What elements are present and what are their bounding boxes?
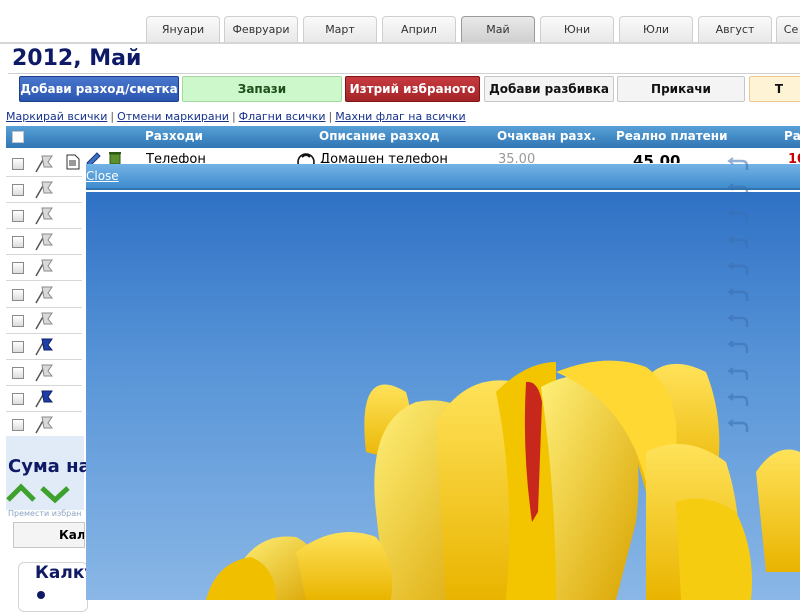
calculator-bullet — [37, 591, 45, 599]
trash-icon[interactable] — [108, 152, 122, 164]
column-header-difference[interactable]: Раз — [784, 129, 800, 143]
undo-arrow-icon[interactable] — [727, 362, 749, 382]
table-row — [6, 177, 82, 203]
flag-icon[interactable] — [32, 414, 54, 434]
undo-arrow-icon[interactable] — [727, 257, 749, 277]
expenses-table-header: Разходи Описание разход Очакван разх. Ре… — [6, 126, 800, 148]
table-row — [6, 255, 82, 281]
sum-panel: Сума на — [6, 436, 91, 510]
tab-month-march[interactable]: Март — [303, 16, 377, 42]
flag-icon[interactable] — [32, 257, 54, 277]
more-button[interactable]: Т — [749, 76, 800, 102]
flag-icon[interactable] — [32, 336, 54, 356]
save-button[interactable]: Запази — [182, 76, 342, 102]
difference-amount: 10 — [788, 152, 800, 163]
expense-name[interactable]: Телефон — [146, 152, 206, 163]
undo-arrow-icon[interactable] — [727, 335, 749, 355]
table-row — [6, 229, 82, 255]
chevron-down-icon[interactable] — [40, 482, 72, 504]
tab-month-september[interactable]: Се — [776, 16, 800, 42]
column-header-paid[interactable]: Реално платени — [616, 129, 728, 143]
flag-all-link[interactable]: Флагни всички — [239, 110, 326, 123]
table-row — [6, 412, 82, 438]
table-row — [6, 151, 82, 177]
tab-month-may[interactable]: Май — [461, 16, 535, 42]
pencil-icon[interactable] — [86, 152, 102, 164]
phone-icon — [297, 153, 315, 164]
undo-arrow-icon[interactable] — [727, 309, 749, 329]
row-checkbox[interactable] — [12, 262, 24, 274]
tulip-image — [206, 360, 800, 600]
undo-arrow-icon[interactable] — [727, 414, 749, 434]
tab-month-february[interactable]: Февруари — [224, 16, 298, 42]
add-breakdown-button[interactable]: Добави разбивка — [484, 76, 614, 102]
unmark-link[interactable]: Отмени маркирани — [117, 110, 229, 123]
add-expense-button[interactable]: Добави разход/сметка — [19, 76, 179, 102]
link-separator: | — [231, 110, 236, 123]
flag-icon[interactable] — [32, 153, 54, 173]
tab-month-january[interactable]: Януари — [146, 16, 220, 42]
calculate-button[interactable]: Кал — [13, 522, 85, 548]
mark-all-link[interactable]: Маркирай всички — [6, 110, 107, 123]
flag-icon[interactable] — [32, 205, 54, 225]
tab-month-august[interactable]: Август — [698, 16, 772, 42]
table-row — [6, 334, 82, 360]
row-checkbox[interactable] — [12, 367, 24, 379]
select-all-checkbox[interactable] — [12, 131, 24, 143]
link-separator: | — [110, 110, 115, 123]
delete-selected-button[interactable]: Изтрий избраното — [345, 76, 480, 102]
flag-icon[interactable] — [32, 284, 54, 304]
row-checkbox[interactable] — [12, 341, 24, 353]
link-separator: | — [328, 110, 333, 123]
undo-arrow-icon[interactable] — [727, 152, 749, 172]
table-row — [6, 203, 82, 229]
tab-month-june[interactable]: Юни — [540, 16, 614, 42]
row-checkbox[interactable] — [12, 289, 24, 301]
move-selected-hint: Премести избран — [8, 509, 82, 518]
undo-arrow-icon[interactable] — [727, 231, 749, 251]
month-tabs: Януари Февруари Март Април Май Юни Юли А… — [0, 0, 800, 42]
undo-arrow-icon[interactable] — [727, 204, 749, 224]
expense-description[interactable]: Домашен телефон — [320, 152, 448, 163]
expected-amount[interactable]: 35.00 — [498, 152, 535, 163]
tab-month-july[interactable]: Юли — [619, 16, 693, 42]
row-checkbox[interactable] — [12, 315, 24, 327]
sum-title: Сума на — [8, 456, 91, 477]
column-header-expenses[interactable]: Разходи — [145, 129, 203, 143]
row-checkbox[interactable] — [12, 419, 24, 431]
undo-arrow-icon[interactable] — [727, 178, 749, 198]
undo-arrow-icon[interactable] — [727, 388, 749, 408]
row-checkbox[interactable] — [12, 158, 24, 170]
paid-amount[interactable]: 45.00 — [633, 152, 680, 163]
row-checkbox[interactable] — [12, 236, 24, 248]
title-bar: 2012, Май — [0, 42, 800, 74]
lightbox-header: Close — [86, 164, 800, 190]
row-checkbox[interactable] — [12, 393, 24, 405]
attach-button[interactable]: Прикачи — [617, 76, 745, 102]
unflag-all-link[interactable]: Махни флаг на всички — [335, 110, 465, 123]
flag-icon[interactable] — [32, 179, 54, 199]
close-link[interactable]: Close — [86, 169, 119, 183]
table-row — [6, 360, 82, 386]
column-header-description[interactable]: Описание разход — [319, 129, 439, 143]
tulip-photo — [86, 192, 800, 600]
table-row — [6, 308, 82, 334]
chevron-up-icon[interactable] — [6, 482, 38, 504]
flag-icon[interactable] — [32, 310, 54, 330]
flag-icon[interactable] — [32, 388, 54, 408]
calculator-panel: Калку — [18, 562, 95, 612]
title-divider — [8, 73, 800, 74]
table-row — [6, 282, 82, 308]
tab-month-april[interactable]: Април — [382, 16, 456, 42]
undo-arrow-icon[interactable] — [727, 283, 749, 303]
table-row — [6, 386, 82, 412]
page-title: 2012, Май — [12, 46, 142, 71]
row-checkbox[interactable] — [12, 184, 24, 196]
flag-icon[interactable] — [32, 231, 54, 251]
flag-icon[interactable] — [32, 362, 54, 382]
column-header-expected[interactable]: Очакван разх. — [497, 129, 596, 143]
row-checkbox[interactable] — [12, 210, 24, 222]
bulk-action-links: Маркирай всички | Отмени маркирани | Флагни … — [6, 110, 466, 123]
